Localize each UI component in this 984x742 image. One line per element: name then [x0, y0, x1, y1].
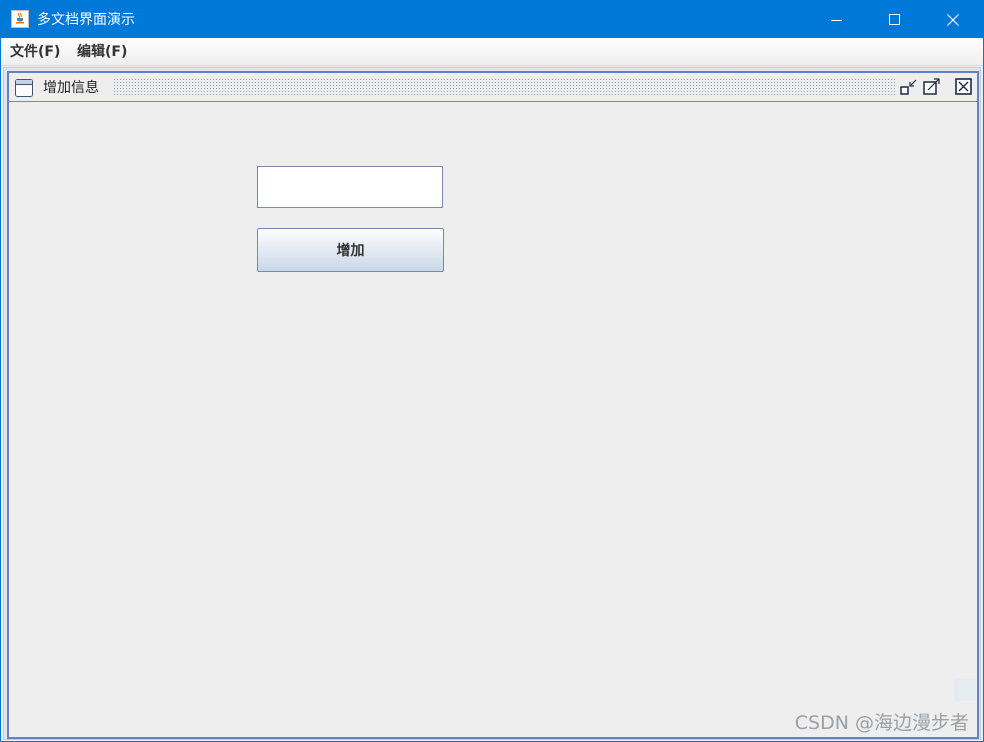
menu-file[interactable]: 文件(F): [10, 43, 60, 61]
title-bar[interactable]: 多文档界面演示: [1, 1, 983, 38]
close-button[interactable]: [924, 1, 982, 38]
window-icon: [15, 79, 33, 97]
close-frame-button[interactable]: [954, 77, 974, 97]
info-text-field[interactable]: [257, 166, 443, 208]
internal-frame-title: 增加信息: [43, 80, 99, 96]
resize-grip[interactable]: [954, 679, 976, 701]
close-icon: [947, 13, 959, 26]
internal-frame: 增加信息 增加: [7, 71, 979, 739]
desktop-pane: 增加信息 增加: [3, 67, 981, 740]
maximize-button[interactable]: [866, 1, 924, 38]
maximize-icon: [889, 13, 900, 25]
internal-frame-content: 增加: [9, 103, 977, 737]
title-grip: [113, 78, 895, 97]
maximize-frame-button[interactable]: [922, 77, 942, 97]
close-frame-icon: [955, 78, 972, 95]
watermark: CSDN @海边漫步者: [794, 712, 969, 734]
add-button[interactable]: 增加: [257, 228, 444, 272]
iconify-button[interactable]: [899, 77, 919, 97]
window-title: 多文档界面演示: [37, 12, 135, 28]
internal-frame-title-bar[interactable]: 增加信息: [9, 73, 977, 102]
iconify-icon: [900, 79, 917, 95]
minimize-button[interactable]: [808, 1, 866, 38]
minimize-icon: [831, 19, 842, 21]
main-window: 多文档界面演示 文件(F) 编辑(F) 增加信息 增加 CSDN @海边漫步者: [0, 0, 984, 742]
java-app-icon: [11, 10, 29, 28]
menu-bar: 文件(F) 编辑(F): [1, 38, 983, 66]
menu-edit[interactable]: 编辑(F): [77, 43, 127, 61]
maximize-frame-icon: [923, 78, 940, 95]
